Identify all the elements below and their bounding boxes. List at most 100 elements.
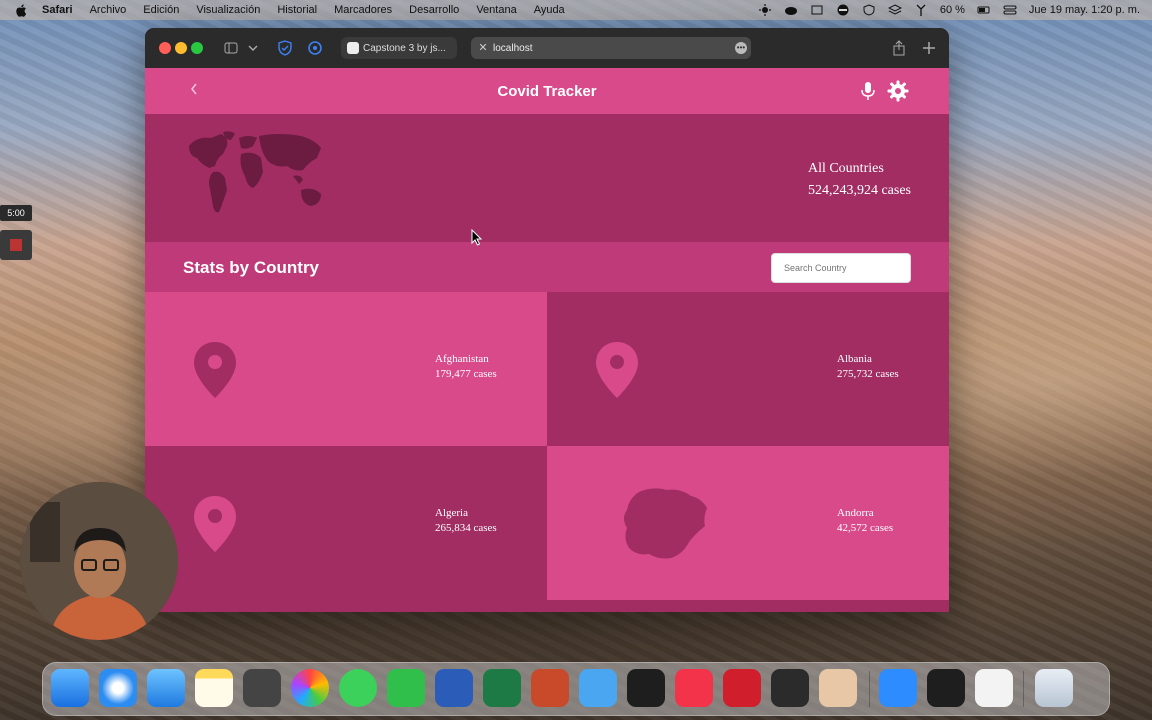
control-center-icon[interactable] — [1003, 4, 1017, 16]
new-tab-icon[interactable] — [921, 40, 937, 56]
brightness-icon[interactable] — [758, 4, 772, 16]
country-cases: 275,732 cases — [837, 368, 899, 380]
world-map-icon — [189, 131, 321, 213]
tab-localhost[interactable]: ✕ localhost ••• — [471, 37, 751, 59]
apple-icon[interactable] — [14, 3, 28, 17]
window-icon[interactable] — [810, 4, 824, 16]
menu-historial[interactable]: Historial — [277, 4, 317, 16]
pages-icon[interactable] — [819, 669, 857, 707]
chevron-left-icon — [191, 83, 197, 95]
pdf-expert-icon[interactable] — [723, 669, 761, 707]
menu-marcadores[interactable]: Marcadores — [334, 4, 392, 16]
github-icon — [347, 42, 359, 54]
stop-recording-button[interactable] — [0, 230, 32, 260]
country-info: Afghanistan 179,477 cases — [435, 352, 497, 382]
zoom-window-button[interactable] — [191, 42, 203, 54]
microphone-icon — [861, 82, 875, 100]
section-title: Stats by Country — [183, 258, 320, 277]
app-title: Covid Tracker — [497, 82, 597, 100]
word-icon[interactable] — [435, 669, 473, 707]
tab-label: localhost — [493, 42, 533, 54]
settings-app-icon[interactable] — [975, 669, 1013, 707]
country-name: Afghanistan — [435, 353, 489, 365]
fork-icon[interactable] — [914, 4, 928, 16]
safari-icon[interactable] — [99, 669, 137, 707]
finder-icon[interactable] — [51, 669, 89, 707]
share-icon[interactable] — [891, 40, 907, 56]
country-info: Andorra 42,572 cases — [837, 506, 893, 536]
menu-ventana[interactable]: Ventana — [476, 4, 516, 16]
minimize-window-button[interactable] — [175, 42, 187, 54]
trash-icon[interactable] — [1035, 669, 1073, 707]
settings-button[interactable] — [887, 80, 909, 102]
country-grid: Afghanistan 179,477 cases Albania 275,73… — [145, 292, 949, 612]
country-name: Andorra — [837, 507, 874, 519]
back-button[interactable] — [189, 81, 203, 101]
close-window-button[interactable] — [159, 42, 171, 54]
xcode-icon[interactable] — [579, 669, 617, 707]
more-icon[interactable]: ••• — [735, 42, 747, 54]
country-card-andorra[interactable]: Andorra 42,572 cases — [547, 446, 949, 600]
mouse-cursor-icon — [471, 229, 483, 246]
country-info: Albania 275,732 cases — [837, 352, 899, 382]
battery-percent: 60 % — [939, 4, 965, 16]
figma-icon[interactable] — [927, 669, 965, 707]
battery-icon[interactable] — [977, 4, 991, 16]
country-cases: 265,834 cases — [435, 522, 497, 534]
tab-capstone[interactable]: Capstone 3 by js... — [341, 37, 457, 59]
excel-icon[interactable] — [483, 669, 521, 707]
notes-icon[interactable] — [195, 669, 233, 707]
facetime-icon[interactable] — [387, 669, 425, 707]
global-label: All Countries — [807, 161, 884, 176]
powerpoint-icon[interactable] — [531, 669, 569, 707]
calculator-icon[interactable] — [243, 669, 281, 707]
map-pin-icon — [194, 342, 236, 398]
presenter-video — [20, 482, 178, 640]
country-card-algeria[interactable]: Algeria 265,834 cases — [145, 446, 547, 600]
web-page: Covid Tracker All Countries 524,243,924 … — [145, 68, 949, 612]
vscode-icon[interactable] — [627, 669, 665, 707]
photos-icon[interactable] — [291, 669, 329, 707]
recording-timer: 5:00 — [0, 205, 32, 221]
cloud-icon[interactable] — [784, 4, 798, 16]
menu-archivo[interactable]: Archivo — [90, 4, 127, 16]
country-name: Algeria — [435, 507, 468, 519]
zoom-icon[interactable] — [879, 669, 917, 707]
country-card-afghanistan[interactable]: Afghanistan 179,477 cases — [145, 292, 547, 446]
menu-edicion[interactable]: Edición — [143, 4, 179, 16]
country-cases: 179,477 cases — [435, 368, 497, 380]
country-info: Algeria 265,834 cases — [435, 506, 497, 536]
extension-icon[interactable] — [307, 40, 323, 56]
stats-section-header: Stats by Country — [145, 242, 949, 292]
final-cut-icon[interactable] — [771, 669, 809, 707]
dock-separator — [1023, 671, 1024, 707]
music-icon[interactable] — [675, 669, 713, 707]
record-icon[interactable] — [836, 4, 850, 16]
privacy-shield-icon[interactable] — [277, 40, 293, 56]
mail-icon[interactable] — [147, 669, 185, 707]
global-summary: All Countries 524,243,924 cases — [145, 114, 949, 242]
menu-desarrollo[interactable]: Desarrollo — [409, 4, 459, 16]
global-stats: All Countries 524,243,924 cases — [808, 158, 911, 202]
menu-bar: Safari Archivo Edición Visualización His… — [0, 0, 1152, 20]
layers-icon[interactable] — [887, 4, 902, 16]
webcam-overlay — [20, 482, 178, 640]
microphone-button[interactable] — [859, 80, 877, 102]
chevron-down-icon[interactable] — [245, 40, 261, 56]
search-input[interactable] — [771, 253, 911, 283]
andorra-map-icon — [624, 488, 707, 559]
shield-check-icon[interactable] — [862, 4, 876, 16]
sidebar-icon[interactable] — [223, 40, 239, 56]
messages-icon[interactable] — [339, 669, 377, 707]
country-card-albania[interactable]: Albania 275,732 cases — [547, 292, 949, 446]
browser-toolbar: Capstone 3 by js... ✕ localhost ••• — [145, 28, 949, 68]
gear-icon — [887, 80, 909, 102]
tab-label: Capstone 3 by js... — [363, 42, 446, 54]
stop-icon — [10, 239, 22, 251]
menu-ayuda[interactable]: Ayuda — [534, 4, 565, 16]
clock[interactable]: Jue 19 may. 1:20 p. m. — [1029, 4, 1140, 16]
global-cases: 524,243,924 cases — [807, 183, 911, 198]
menu-visualizacion[interactable]: Visualización — [196, 4, 260, 16]
menu-safari[interactable]: Safari — [42, 4, 73, 16]
close-tab-icon[interactable]: ✕ — [477, 42, 489, 54]
